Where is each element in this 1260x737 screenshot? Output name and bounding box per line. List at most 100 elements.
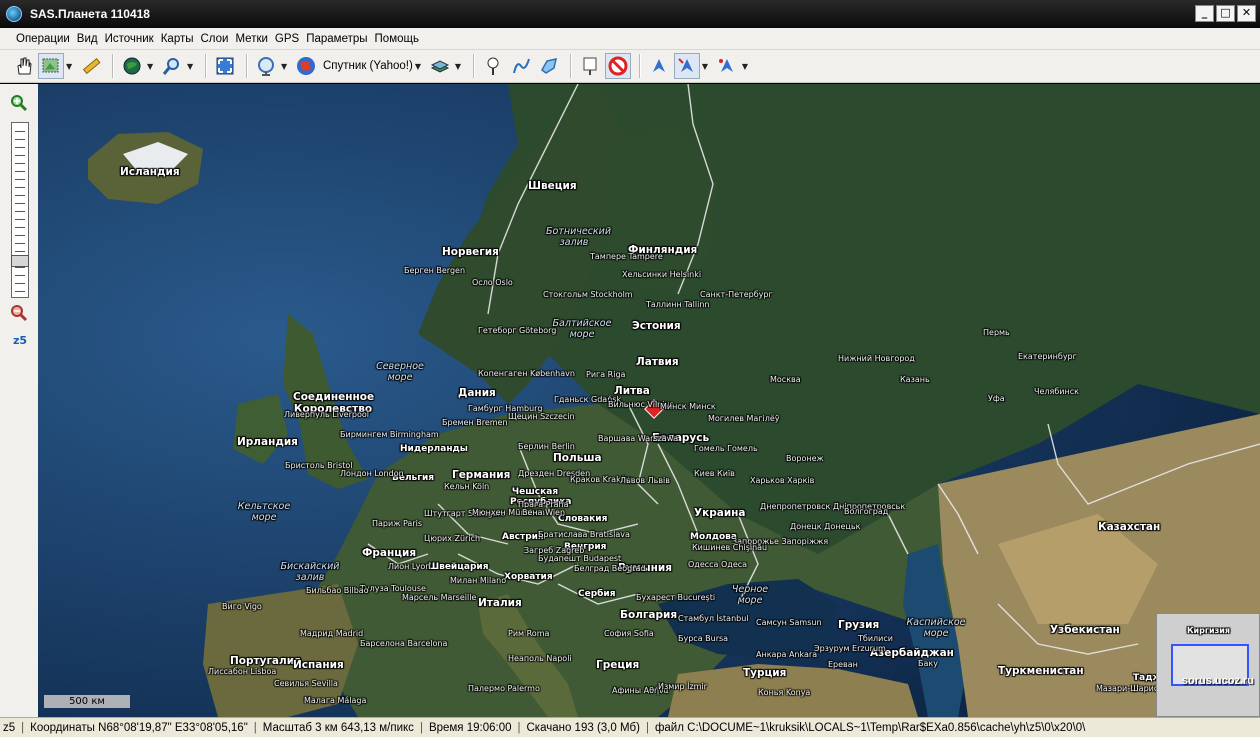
app-globe-icon bbox=[6, 6, 22, 22]
add-polygon-icon[interactable] bbox=[536, 53, 562, 79]
chevron-down-icon[interactable]: ▼ bbox=[702, 62, 710, 71]
city-label: Гетеборг Göteborg bbox=[478, 326, 557, 335]
country-label: Нидерланды bbox=[400, 444, 468, 454]
city-label: Берлин Berlin bbox=[518, 442, 575, 451]
toolbar-separator bbox=[205, 54, 206, 78]
menu-maps[interactable]: Карты bbox=[161, 33, 194, 45]
city-label: Харьков Харків bbox=[750, 476, 815, 485]
city-label: Бристоль Bristol bbox=[285, 461, 353, 470]
magnifier-icon[interactable] bbox=[159, 53, 185, 79]
gps-track-icon[interactable] bbox=[714, 53, 740, 79]
country-label: Дания bbox=[458, 387, 496, 399]
country-label: Швейцария bbox=[428, 562, 489, 572]
status-scale: Масштаб 3 км 643,13 м/пикс bbox=[262, 721, 414, 734]
add-path-icon[interactable] bbox=[508, 53, 534, 79]
chevron-down-icon[interactable]: ▼ bbox=[187, 62, 195, 71]
map-canvas[interactable]: Исландия Швеция Финляндия Норвегия Эстон… bbox=[38, 84, 1260, 717]
city-label: Одесса Одеса bbox=[688, 560, 748, 569]
city-label: Берген Bergen bbox=[404, 266, 466, 275]
menu-source[interactable]: Источник bbox=[105, 33, 154, 45]
city-label: Севилья Sevilla bbox=[274, 679, 338, 688]
city-label: Измир İzmir bbox=[658, 682, 707, 691]
country-label: Италия bbox=[478, 597, 522, 609]
city-label: Тулуза Toulouse bbox=[360, 584, 426, 593]
status-bar: z5 | Координаты N68°08'19,87" E33°08'05,… bbox=[0, 717, 1260, 737]
chevron-down-icon[interactable]: ▼ bbox=[415, 62, 423, 71]
country-label: Турция bbox=[743, 667, 787, 679]
menu-layers[interactable]: Слои bbox=[201, 33, 229, 45]
layers-icon[interactable] bbox=[427, 53, 453, 79]
earth-map-icon[interactable] bbox=[293, 53, 319, 79]
city-label: Неаполь Napoli bbox=[508, 654, 572, 663]
country-label: Украина bbox=[694, 507, 746, 519]
selection-tool-icon[interactable] bbox=[38, 53, 64, 79]
country-label: Франция bbox=[362, 547, 417, 559]
menu-operations[interactable]: Операции bbox=[16, 33, 70, 45]
country-label: Греция bbox=[596, 659, 640, 671]
city-label: Рим Roma bbox=[508, 629, 550, 638]
city-label: Осло Oslo bbox=[472, 278, 513, 287]
menu-bar: Операции Вид Источник Карты Слои Метки G… bbox=[0, 28, 1260, 50]
city-label: Донецк Донецьк bbox=[790, 522, 861, 531]
city-label: Челябинск bbox=[1034, 387, 1079, 396]
chevron-down-icon[interactable]: ▼ bbox=[147, 62, 155, 71]
gps-off-icon[interactable] bbox=[646, 53, 672, 79]
status-time: Время 19:06:00 bbox=[428, 721, 512, 734]
zoom-panel: z5 bbox=[0, 84, 38, 717]
chevron-down-icon[interactable]: ▼ bbox=[281, 62, 289, 71]
globe-icon[interactable] bbox=[119, 53, 145, 79]
close-button[interactable]: ✕ bbox=[1237, 5, 1256, 22]
chevron-down-icon[interactable]: ▼ bbox=[455, 62, 463, 71]
city-label: Палермо Palermo bbox=[468, 684, 540, 693]
menu-view[interactable]: Вид bbox=[77, 33, 98, 45]
city-label: Загреб Zagreb bbox=[524, 546, 585, 555]
country-label: Туркменистан bbox=[998, 665, 1084, 677]
menu-settings[interactable]: Параметры bbox=[306, 33, 367, 45]
toolbar-separator bbox=[112, 54, 113, 78]
country-label: Киргизия bbox=[1187, 626, 1231, 635]
overview-minimap[interactable]: Киргизия bbox=[1156, 613, 1260, 717]
satellite-source-icon[interactable] bbox=[253, 53, 279, 79]
city-label: Бурса Bursa bbox=[678, 634, 729, 643]
zoom-slider-handle[interactable] bbox=[11, 255, 29, 267]
city-label: Лион Lyon bbox=[388, 562, 431, 571]
status-zoom: z5 bbox=[3, 721, 16, 734]
menu-gps[interactable]: GPS bbox=[275, 33, 299, 45]
city-label: Мадрид Madrid bbox=[300, 629, 364, 638]
window-controls: _ □ ✕ bbox=[1195, 5, 1256, 22]
chevron-down-icon[interactable]: ▼ bbox=[66, 62, 74, 71]
ruler-icon[interactable] bbox=[78, 53, 104, 79]
city-label: Самсун Samsun bbox=[756, 618, 822, 627]
city-label: Бухарест Bucureşti bbox=[636, 593, 716, 602]
title-bar: SAS.Планета 110418 _ □ ✕ bbox=[0, 0, 1260, 28]
city-label: Тбилиси bbox=[858, 634, 893, 643]
maximize-button[interactable]: □ bbox=[1216, 5, 1235, 22]
city-label: Щецин Szczecin bbox=[508, 412, 575, 421]
marks-visibility-icon[interactable] bbox=[577, 53, 603, 79]
block-icon[interactable] bbox=[604, 53, 631, 79]
country-label: Ирландия bbox=[237, 436, 298, 448]
chevron-down-icon[interactable]: ▼ bbox=[742, 62, 750, 71]
city-label: Стамбул İstanbul bbox=[678, 614, 749, 623]
scale-bar: 500 км bbox=[44, 695, 130, 708]
zoom-in-icon[interactable] bbox=[10, 94, 28, 115]
minimize-button[interactable]: _ bbox=[1195, 5, 1214, 22]
city-label: Милан Milano bbox=[450, 576, 507, 585]
fullscreen-icon[interactable] bbox=[212, 53, 238, 79]
city-label: Кельн Köln bbox=[444, 482, 490, 491]
gps-connect-icon[interactable] bbox=[673, 53, 700, 79]
city-label: Бирмингем Birmingham bbox=[340, 430, 439, 439]
zoom-out-icon[interactable] bbox=[10, 304, 28, 325]
menu-marks[interactable]: Метки bbox=[235, 33, 267, 45]
zoom-slider-track[interactable] bbox=[11, 122, 29, 298]
sea-label: Ботнический залив bbox=[546, 226, 612, 248]
map-type-label[interactable]: Спутник (Yahoo!) bbox=[323, 60, 413, 72]
country-label: Словакия bbox=[558, 514, 608, 524]
menu-help[interactable]: Помощь bbox=[375, 33, 419, 45]
city-label: Гомель Гомель bbox=[694, 444, 758, 453]
city-label: Екатеринбург bbox=[1018, 352, 1077, 361]
city-label: София Sofia bbox=[604, 629, 654, 638]
toolbar-separator bbox=[638, 54, 640, 78]
hand-tool-icon[interactable] bbox=[10, 53, 36, 79]
add-placemark-icon[interactable] bbox=[480, 53, 506, 79]
